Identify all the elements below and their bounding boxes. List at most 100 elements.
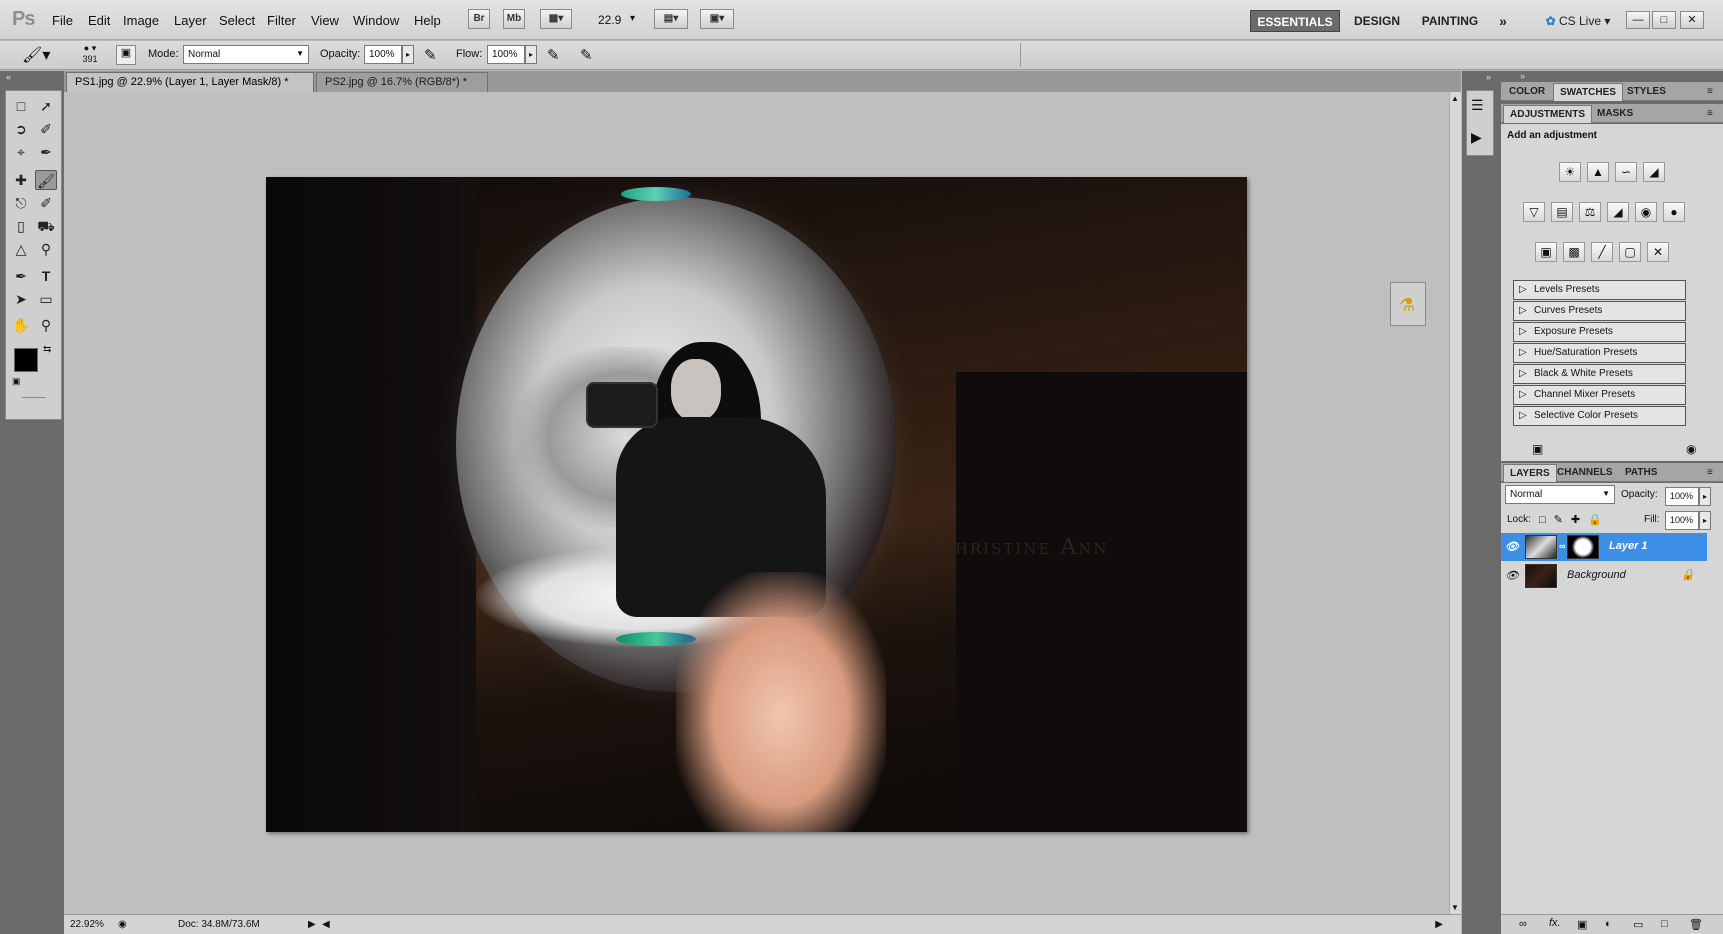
type-tool-icon[interactable]: T — [35, 266, 57, 286]
layer-row-layer1[interactable]: 👁 ∞ Layer 1 — [1501, 533, 1707, 561]
preset-curves[interactable]: Curves Presets — [1513, 301, 1686, 321]
menu-view[interactable]: View — [311, 13, 339, 28]
add-mask-icon[interactable]: ▣ — [1577, 918, 1587, 931]
document-size[interactable]: Doc: 34.8M/73.6M — [178, 919, 260, 930]
view-extras-button[interactable]: ▦▾ — [540, 9, 572, 29]
threshold-icon[interactable]: ╱ — [1591, 242, 1613, 262]
menu-help[interactable]: Help — [414, 13, 441, 28]
healing-brush-tool-icon[interactable]: ✚ — [10, 170, 32, 190]
paint-bucket-tool-icon[interactable]: ⛟ — [35, 216, 57, 236]
history-panel-icon[interactable]: ☰ — [1471, 97, 1484, 114]
preset-levels[interactable]: Levels Presets — [1513, 280, 1686, 300]
collapse-toolbox-icon[interactable]: « — [6, 72, 11, 82]
brush-tool-icon[interactable]: 🖌 — [35, 170, 57, 190]
trash-icon[interactable]: 🗑 — [1689, 918, 1703, 931]
document-image[interactable]: Christine Ann — [266, 177, 1247, 832]
background-layer-name[interactable]: Background — [1567, 569, 1626, 581]
minibridge-button[interactable]: Mb — [503, 9, 525, 29]
flask-icon[interactable]: ⚗ — [1399, 295, 1415, 316]
status-menu-arrow-icon[interactable]: ▶ — [308, 919, 316, 930]
hue-saturation-icon[interactable]: ▤ — [1551, 202, 1573, 222]
layer1-name[interactable]: Layer 1 — [1609, 540, 1648, 552]
scroll-up-icon[interactable]: ▲ — [1451, 94, 1459, 103]
tab-ps2[interactable]: PS2.jpg @ 16.7% (RGB/8*) * ✕ — [316, 72, 488, 106]
cs-live-button[interactable]: ✿ CS Live ▾ — [1538, 10, 1618, 32]
exposure-icon[interactable]: ◢ — [1643, 162, 1665, 182]
tab-masks[interactable]: MASKS — [1591, 105, 1639, 123]
workspace-design[interactable]: DESIGN — [1346, 10, 1408, 32]
scroll-left-icon[interactable]: ◀ — [322, 919, 330, 930]
eraser-tool-icon[interactable]: ▯ — [10, 216, 32, 236]
menu-file[interactable]: File — [52, 13, 73, 28]
shape-tool-icon[interactable]: ▭ — [35, 289, 57, 309]
brush-tool-preset-icon[interactable]: 🖌▾ — [22, 45, 50, 65]
brush-size-picker[interactable]: ● ▾ 391 — [72, 43, 108, 67]
menu-edit[interactable]: Edit — [88, 13, 110, 28]
default-colors-icon[interactable]: ▣ — [12, 376, 21, 387]
workspace-essentials[interactable]: ESSENTIALS — [1250, 10, 1340, 32]
layer-mask-thumbnail[interactable] — [1567, 535, 1599, 559]
path-selection-tool-icon[interactable]: ➤ — [10, 289, 32, 309]
channel-mixer-icon[interactable]: ● — [1663, 202, 1685, 222]
new-group-icon[interactable]: ▭ — [1633, 918, 1643, 931]
maximize-button[interactable]: □ — [1652, 11, 1676, 29]
blur-tool-icon[interactable]: △ — [10, 239, 32, 259]
invert-icon[interactable]: ▣ — [1535, 242, 1557, 262]
fill-input[interactable]: 100% — [1665, 511, 1699, 530]
vertical-scrollbar[interactable]: ▲ ▼ — [1449, 92, 1461, 914]
more-workspaces-icon[interactable]: » — [1492, 10, 1514, 32]
clone-stamp-tool-icon[interactable]: ⎋ — [10, 193, 32, 213]
tab-swatches[interactable]: SWATCHES — [1553, 83, 1623, 101]
panel-menu-icon[interactable]: ≡ — [1701, 105, 1719, 123]
new-layer-icon[interactable]: □ — [1661, 918, 1668, 930]
preset-black-white[interactable]: Black & White Presets — [1513, 364, 1686, 384]
visibility-toggle-icon[interactable]: ◉ — [1686, 442, 1696, 456]
preset-hue-saturation[interactable]: Hue/Saturation Presets — [1513, 343, 1686, 363]
foreground-color-swatch[interactable] — [14, 348, 38, 372]
zoom-level-dropdown[interactable]: 22.9 — [598, 13, 621, 27]
flow-slider-arrow[interactable]: ▸ — [525, 45, 537, 64]
tab-color[interactable]: COLOR — [1503, 83, 1551, 101]
panel-menu-icon[interactable]: ≡ — [1701, 464, 1719, 482]
minimize-button[interactable]: — — [1626, 11, 1650, 29]
dodge-tool-icon[interactable]: ⚲ — [35, 239, 57, 259]
workspace-painting[interactable]: PAINTING — [1414, 10, 1486, 32]
flow-input[interactable]: 100% — [487, 45, 525, 64]
tab-ps1[interactable]: PS1.jpg @ 22.9% (Layer 1, Layer Mask/8) … — [66, 72, 314, 106]
black-white-icon[interactable]: ◢ — [1607, 202, 1629, 222]
hand-tool-icon[interactable]: ✋ — [10, 315, 32, 335]
tab-paths[interactable]: PATHS — [1619, 464, 1663, 482]
menu-select[interactable]: Select — [219, 13, 255, 28]
close-button[interactable]: ✕ — [1680, 11, 1704, 29]
zoom-readout[interactable]: 22.92% — [70, 919, 104, 930]
marquee-tool-icon[interactable]: □ — [10, 96, 32, 116]
clip-to-layer-icon[interactable]: ▣ — [1532, 442, 1543, 456]
menu-image[interactable]: Image — [123, 13, 159, 28]
opacity-slider-arrow[interactable]: ▸ — [402, 45, 414, 64]
tab-layers[interactable]: LAYERS — [1503, 464, 1557, 482]
history-brush-tool-icon[interactable]: ✐ — [35, 193, 57, 213]
preset-exposure[interactable]: Exposure Presets — [1513, 322, 1686, 342]
tab-channels[interactable]: CHANNELS — [1551, 464, 1619, 482]
link-layers-icon[interactable]: ∞ — [1519, 918, 1527, 930]
preset-channel-mixer[interactable]: Channel Mixer Presets — [1513, 385, 1686, 405]
lock-icons[interactable]: □✎✚🔒 — [1539, 513, 1610, 526]
collapse-right-icon[interactable]: » — [1520, 71, 1525, 81]
gradient-map-icon[interactable]: ▢ — [1619, 242, 1641, 262]
arrange-documents-button[interactable]: ▤▾ — [654, 9, 688, 29]
airbrush-icon[interactable]: ✎ — [547, 46, 560, 64]
photo-filter-icon[interactable]: ◉ — [1635, 202, 1657, 222]
pressure-size-icon[interactable]: ✎ — [580, 46, 593, 64]
screen-mode-button[interactable]: ▣▾ — [700, 9, 734, 29]
tab-styles[interactable]: STYLES — [1621, 83, 1672, 101]
selective-color-icon[interactable]: ✕ — [1647, 242, 1669, 262]
panel-menu-icon[interactable]: ≡ — [1701, 83, 1719, 101]
actions-panel-icon[interactable]: ▶ — [1471, 129, 1482, 146]
swap-colors-icon[interactable]: ⇆ — [43, 344, 51, 355]
layer-opacity-input[interactable]: 100% — [1665, 487, 1699, 506]
lasso-tool-icon[interactable]: ➲ — [10, 119, 32, 139]
fx-icon[interactable]: fx. — [1549, 917, 1561, 929]
blend-mode-select[interactable]: Normal ▼ — [1505, 485, 1615, 504]
eye-icon[interactable]: 👁 — [1505, 569, 1519, 583]
fill-arrow[interactable]: ▸ — [1699, 511, 1711, 530]
